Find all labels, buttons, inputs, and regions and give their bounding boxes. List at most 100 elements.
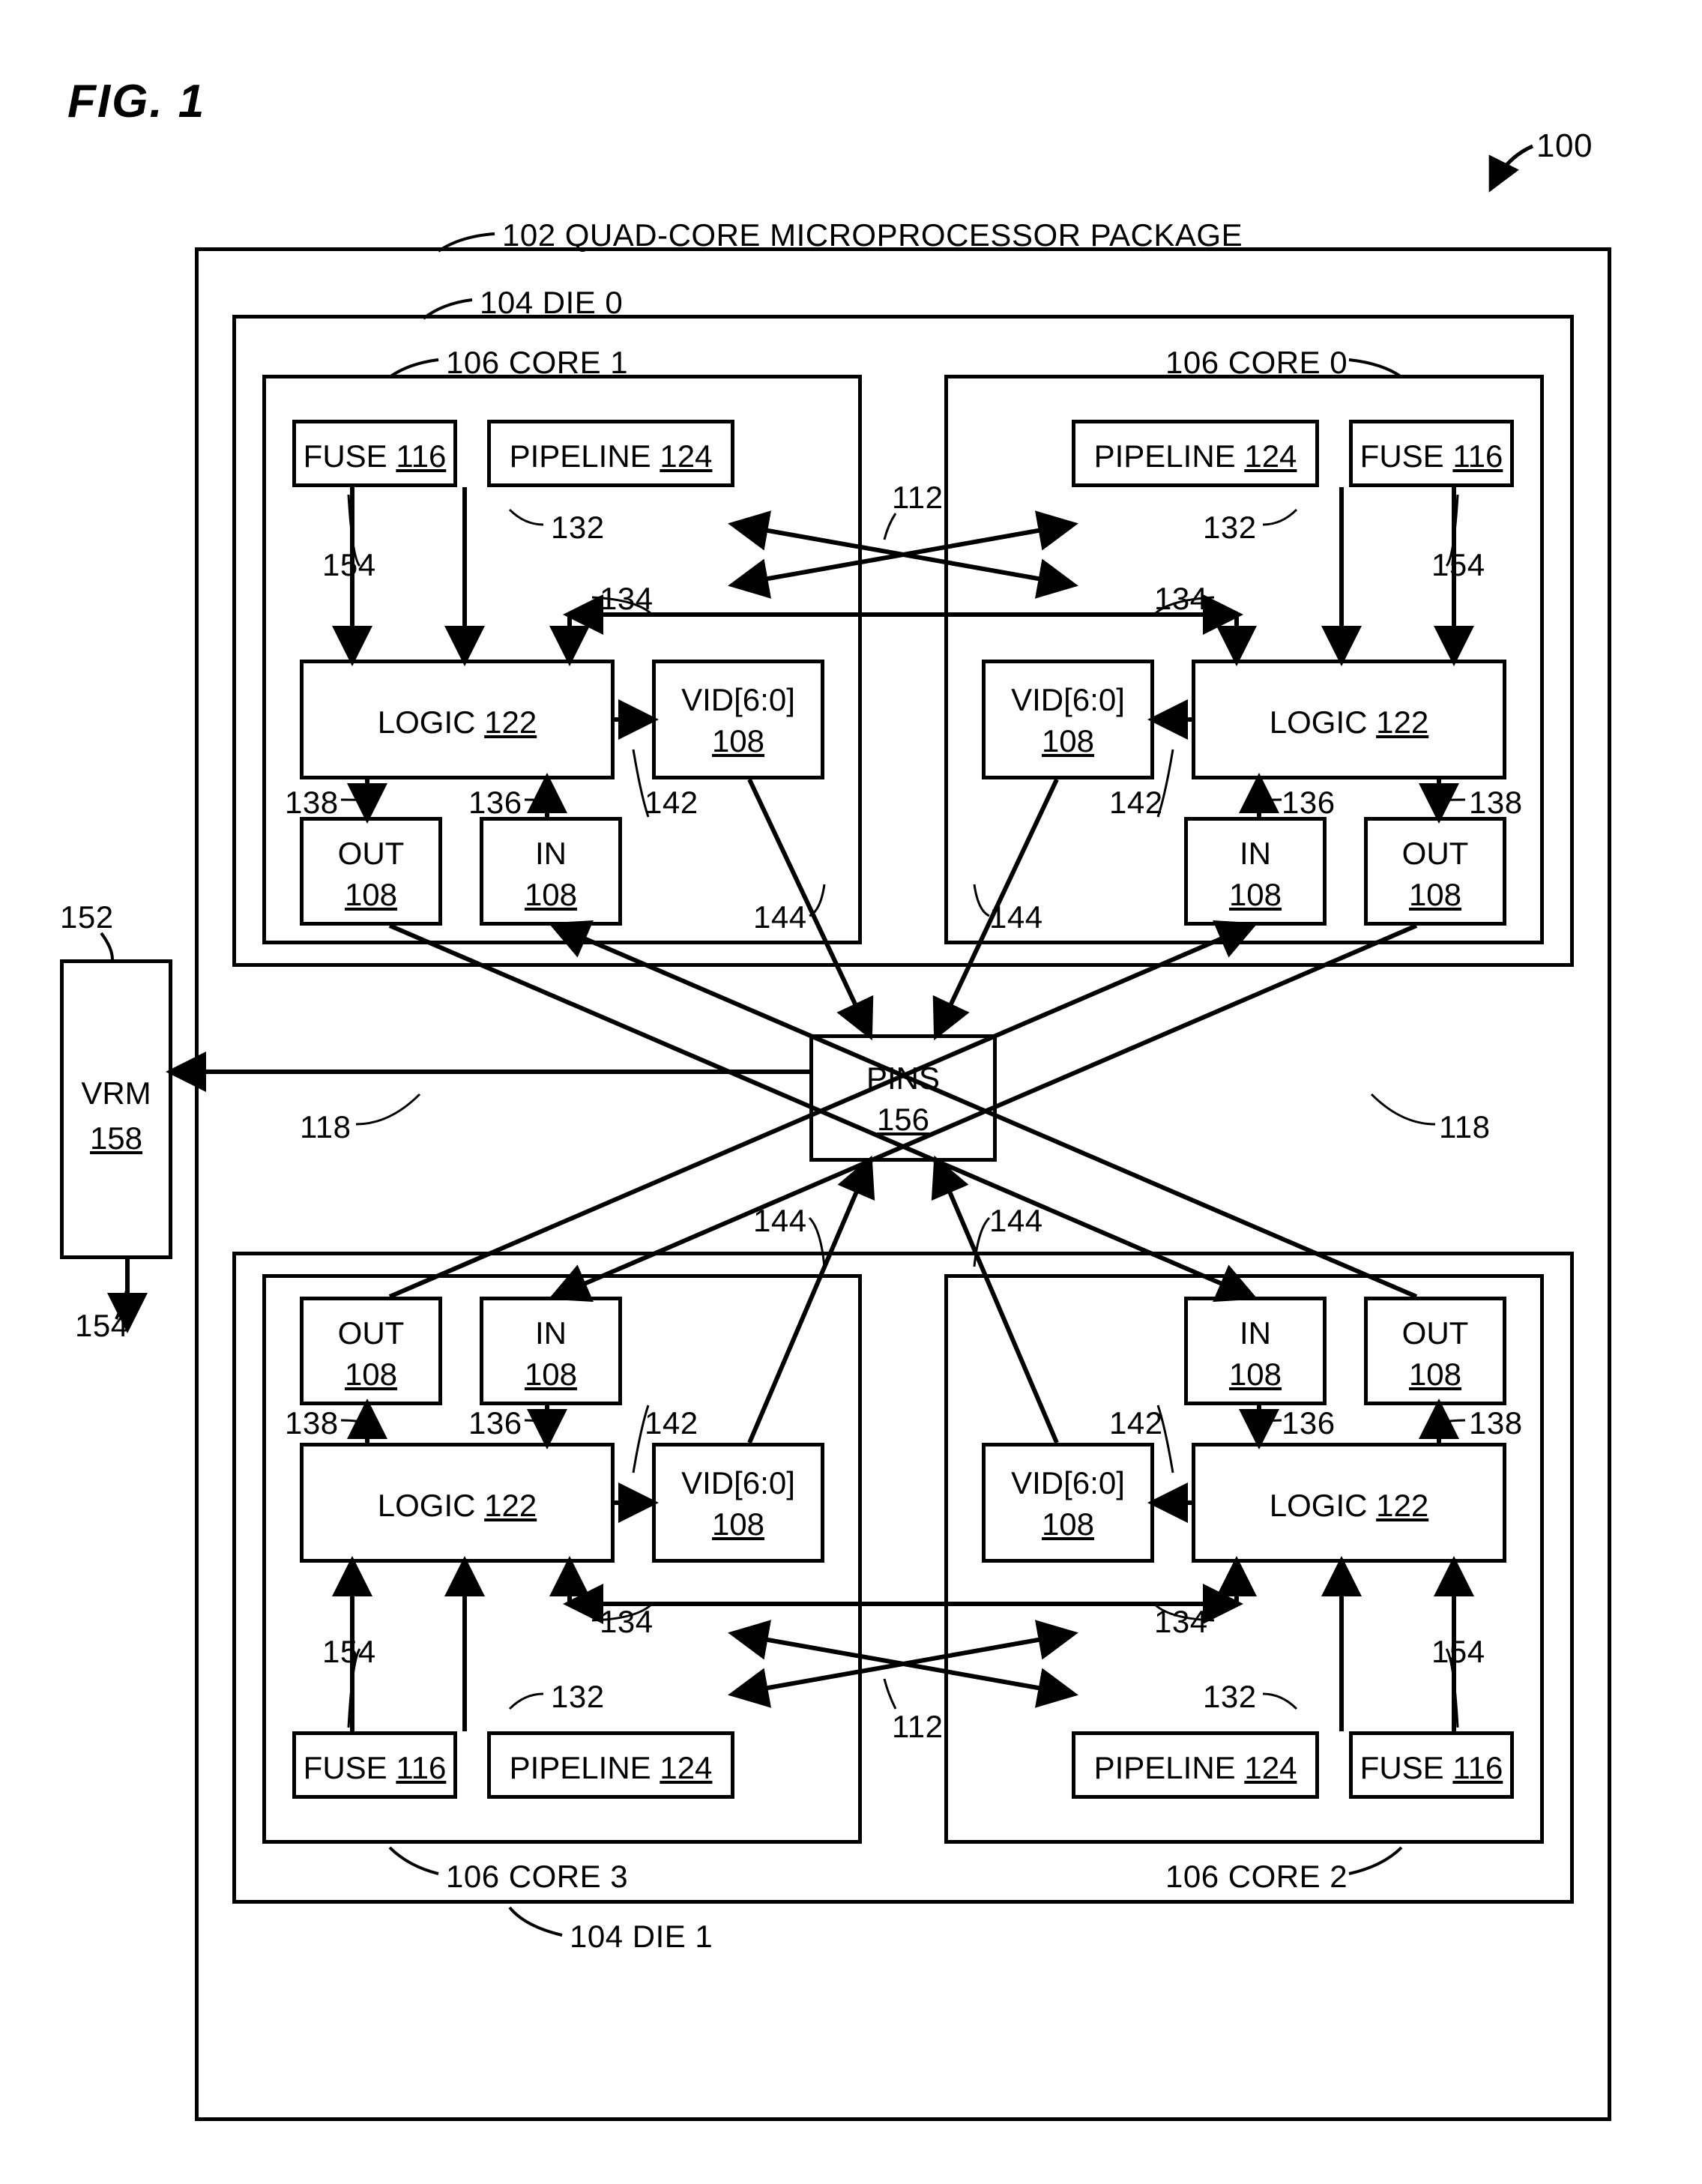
c3-logic: LOGIC 122 xyxy=(300,1443,615,1563)
ref-134d: 134 xyxy=(1154,1604,1208,1640)
c0-fuse: FUSE 116 xyxy=(1349,420,1514,487)
ref-154d: 154 xyxy=(1431,1634,1485,1670)
ref-142b: 142 xyxy=(1109,785,1163,821)
vrm-box: VRM 158 xyxy=(60,959,172,1259)
c2-out-name: OUT xyxy=(1368,1315,1503,1351)
c1-logic-num: 122 xyxy=(484,705,537,740)
c3-out-name: OUT xyxy=(304,1315,438,1351)
ref-132c: 132 xyxy=(551,1679,605,1715)
die1-label: 104 DIE 1 xyxy=(570,1919,713,1955)
c1-vid-num: 108 xyxy=(656,723,821,759)
ref-134b: 134 xyxy=(1154,581,1208,617)
c1-in: IN 108 xyxy=(480,817,622,926)
c1-in-name: IN xyxy=(483,836,618,872)
ref-144a: 144 xyxy=(753,899,807,935)
c0-vid-num: 108 xyxy=(986,723,1150,759)
c0-vid-name: VID[6:0] xyxy=(986,682,1150,718)
c3-out-num: 108 xyxy=(304,1357,438,1393)
c1-fuse-num: 116 xyxy=(396,438,446,474)
c3-vid-num: 108 xyxy=(656,1506,821,1542)
ref-154e: 154 xyxy=(75,1308,129,1344)
c3-fuse-num: 116 xyxy=(396,1750,446,1785)
c2-fuse-num: 116 xyxy=(1452,1750,1503,1785)
vrm-name: VRM xyxy=(64,1076,169,1111)
c3-vid-name: VID[6:0] xyxy=(656,1465,821,1501)
c0-logic: LOGIC 122 xyxy=(1192,660,1506,779)
c0-out-name: OUT xyxy=(1368,836,1503,872)
c0-fuse-name: FUSE xyxy=(1360,438,1444,474)
package-label: 102 QUAD-CORE MICROPROCESSOR PACKAGE xyxy=(502,217,1243,253)
c3-in-name: IN xyxy=(483,1315,618,1351)
die0-label: 104 DIE 0 xyxy=(480,285,623,321)
c0-logic-num: 122 xyxy=(1376,705,1428,740)
ref-112b: 112 xyxy=(892,1709,943,1745)
c1-fuse: FUSE 116 xyxy=(292,420,457,487)
c3-fuse: FUSE 116 xyxy=(292,1731,457,1799)
ref-154b: 154 xyxy=(1431,547,1485,583)
ref-142c: 142 xyxy=(645,1405,698,1441)
c3-pipeline: PIPELINE 124 xyxy=(487,1731,734,1799)
c1-in-num: 108 xyxy=(483,877,618,913)
c2-vid-num: 108 xyxy=(986,1506,1150,1542)
pins-name: PINS xyxy=(813,1061,993,1096)
ref-132d: 132 xyxy=(1203,1679,1257,1715)
core3-label: 106 CORE 3 xyxy=(446,1859,628,1895)
c1-out: OUT 108 xyxy=(300,817,442,926)
c3-in-num: 108 xyxy=(483,1357,618,1393)
c3-vid: VID[6:0] 108 xyxy=(652,1443,824,1563)
ref-138b: 138 xyxy=(1469,785,1523,821)
ref-154a: 154 xyxy=(322,547,376,583)
c0-out: OUT 108 xyxy=(1364,817,1506,926)
c3-logic-name: LOGIC xyxy=(378,1488,476,1523)
core0-label: 106 CORE 0 xyxy=(1165,345,1348,381)
c0-pipe-num: 124 xyxy=(1244,438,1297,474)
c2-fuse: FUSE 116 xyxy=(1349,1731,1514,1799)
c1-out-num: 108 xyxy=(304,877,438,913)
c2-in-num: 108 xyxy=(1188,1357,1323,1393)
c2-in: IN 108 xyxy=(1184,1297,1327,1405)
c0-pipeline: PIPELINE 124 xyxy=(1072,420,1319,487)
ref-132b: 132 xyxy=(1203,510,1257,546)
c0-pipe-name: PIPELINE xyxy=(1094,438,1236,474)
c2-fuse-name: FUSE xyxy=(1360,1750,1444,1785)
ref-136d: 136 xyxy=(1282,1405,1336,1441)
ref-118b: 118 xyxy=(1439,1109,1490,1145)
c1-pipe-num: 124 xyxy=(660,438,712,474)
c1-pipeline: PIPELINE 124 xyxy=(487,420,734,487)
ref-112a: 112 xyxy=(892,480,943,516)
ref-144c: 144 xyxy=(753,1203,807,1239)
core1-label: 106 CORE 1 xyxy=(446,345,628,381)
c1-out-name: OUT xyxy=(304,836,438,872)
ref-144b: 144 xyxy=(989,899,1043,935)
c1-logic: LOGIC 122 xyxy=(300,660,615,779)
c2-in-name: IN xyxy=(1188,1315,1323,1351)
pins-box: PINS 156 xyxy=(809,1034,997,1162)
c3-pipe-num: 124 xyxy=(660,1750,712,1785)
c2-out-num: 108 xyxy=(1368,1357,1503,1393)
c0-in-num: 108 xyxy=(1188,877,1323,913)
c0-logic-name: LOGIC xyxy=(1270,705,1368,740)
ref-136b: 136 xyxy=(1282,785,1336,821)
ref-134a: 134 xyxy=(600,581,654,617)
c2-logic-name: LOGIC xyxy=(1270,1488,1368,1523)
ref-118a: 118 xyxy=(300,1109,351,1145)
c3-in: IN 108 xyxy=(480,1297,622,1405)
c0-vid: VID[6:0] 108 xyxy=(982,660,1154,779)
c0-fuse-num: 116 xyxy=(1452,438,1503,474)
c1-pipe-name: PIPELINE xyxy=(510,438,651,474)
c1-fuse-name: FUSE xyxy=(304,438,387,474)
ref-138c: 138 xyxy=(285,1405,339,1441)
c2-pipe-name: PIPELINE xyxy=(1094,1750,1236,1785)
c2-pipe-num: 124 xyxy=(1244,1750,1297,1785)
c2-logic: LOGIC 122 xyxy=(1192,1443,1506,1563)
ref-144d: 144 xyxy=(989,1203,1043,1239)
ref-138d: 138 xyxy=(1469,1405,1523,1441)
pins-num: 156 xyxy=(813,1102,993,1138)
c2-vid: VID[6:0] 108 xyxy=(982,1443,1154,1563)
c3-out: OUT 108 xyxy=(300,1297,442,1405)
ref-134c: 134 xyxy=(600,1604,654,1640)
c3-fuse-name: FUSE xyxy=(304,1750,387,1785)
c1-vid: VID[6:0] 108 xyxy=(652,660,824,779)
c3-pipe-name: PIPELINE xyxy=(510,1750,651,1785)
c1-vid-name: VID[6:0] xyxy=(656,682,821,718)
